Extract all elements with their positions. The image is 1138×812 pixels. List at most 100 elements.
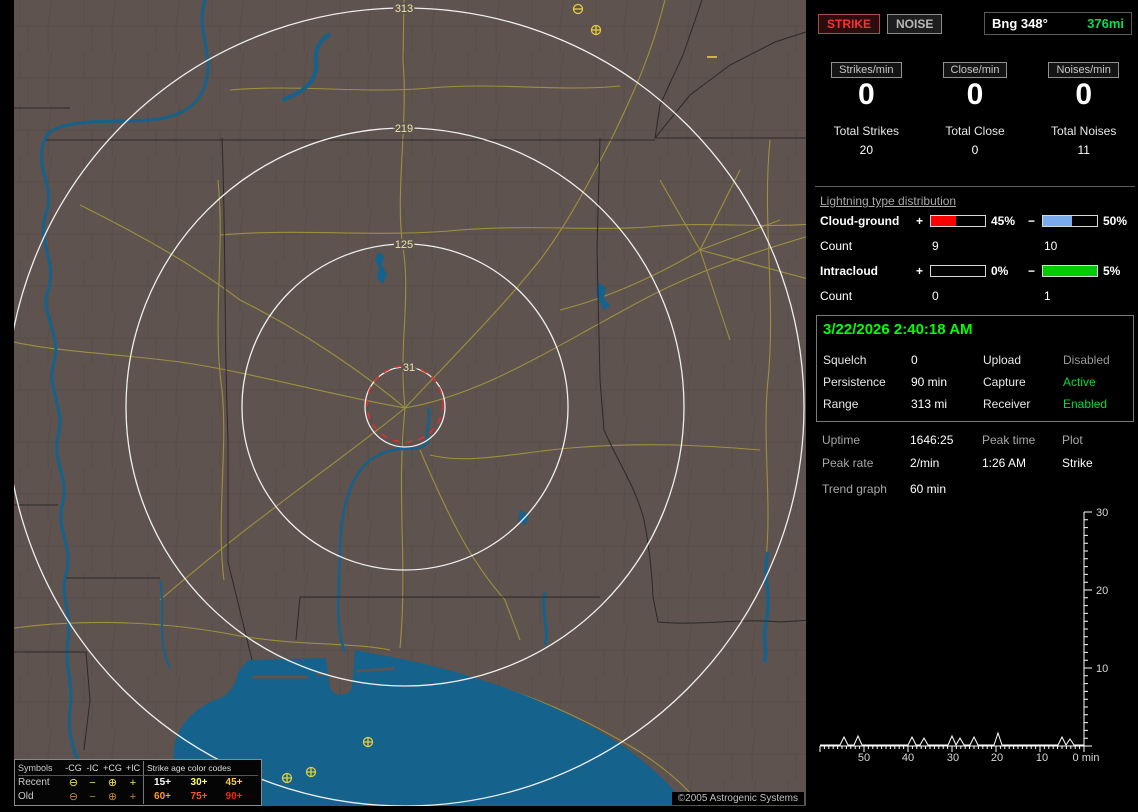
minus-sign: − [1028,213,1036,228]
strikes-per-min-label: Strikes/min [831,62,902,78]
age-45: 45+ [225,777,243,788]
intracloud-row: Intracloud + 0% − 5% [820,258,1130,283]
total-noises: Total Noises 11 [1029,124,1138,157]
ring-label-31: 31 [403,362,415,374]
cloud-ground-count-row: Count 9 10 [820,233,1130,258]
capture-status: Active [1063,375,1096,389]
range-label: Range [823,397,859,411]
trend-axes [820,512,1085,747]
legend-col-pos-cg: +CG [103,763,122,773]
trend-y-ticks [1084,511,1092,747]
total-close-label: Total Close [945,124,1005,138]
nexstorm-window: 313 219 125 31 Symbols -CG -IC +CG +IC S… [0,0,1138,812]
positive-cg-strike-icon [362,736,374,748]
map-canvas: 313 219 125 31 [14,0,806,806]
noise-toggle-button[interactable]: NOISE [887,13,943,34]
ic-minus-count: 1 [1044,288,1051,303]
ic-minus-percent: 5% [1103,263,1121,278]
receiver-status: Enabled [1063,397,1108,411]
status-panel: STRIKE NOISE Bng 348° 376mi Strikes/min … [812,0,1138,812]
persistence-value: 90 min [911,375,948,389]
ring-label-313: 313 [395,3,413,15]
current-timestamp: 3/22/2026 2:40:18 AM [823,321,973,338]
map-legend: Symbols -CG -IC +CG +IC Strike age color… [14,759,262,806]
trend-graph-label: Trend graph [822,482,887,496]
minus-sign: − [1028,263,1036,278]
cg-minus-gauge [1042,214,1098,227]
copyright-text: ©2005 Astrogenic Systems [671,792,804,805]
total-noises-label: Total Noises [1050,124,1117,138]
lightning-map: 313 219 125 31 Symbols -CG -IC +CG +IC S… [14,0,806,806]
trend-ytick-20: 20 [1096,585,1108,597]
age-15: 15+ [143,776,181,790]
upload-status: Disabled [1063,353,1110,367]
total-strikes-value: 20 [859,143,874,157]
distance-value: 376mi [1087,16,1124,31]
uptime-label: Uptime [822,433,861,447]
positive-cg-strike-icon [590,24,602,36]
peak-time-label: Peak time [982,433,1036,447]
mode-toolbar: STRIKE NOISE Bng 348° 376mi [818,12,1132,35]
cg-plus-count: 9 [932,238,939,253]
neg-ic-recent-icon: − [89,777,96,789]
lightning-distribution: Lightning type distribution Cloud-ground… [820,194,1130,308]
cg-plus-percent: 45% [991,213,1016,228]
trend-trace [820,731,1084,747]
cg-plus-gauge [930,214,986,227]
strike-toggle-button[interactable]: STRIKE [818,13,881,34]
distribution-title: Lightning type distribution [820,194,957,208]
cg-count-label: Count [820,238,853,253]
legend-old-label: Old [18,791,34,802]
legend-col-neg-ic: -IC [86,763,99,773]
total-strikes: Total Strikes 20 [812,124,921,157]
system-status-box: 3/22/2026 2:40:18 AM Squelch 0 Upload Di… [816,315,1134,422]
total-counters: Total Strikes 20 Total Close 0 Total Noi… [812,124,1138,157]
legend-symbols-header: Symbols [18,763,53,773]
intracloud-label: Intracloud [820,263,879,278]
pos-ic-recent-icon: + [129,777,137,789]
bearing-value: Bng 348° [992,16,1048,31]
plot-label: Plot [1062,433,1083,447]
plus-sign: + [916,213,924,228]
cloud-ground-row: Cloud-ground + 45% − 50% [820,208,1130,233]
age-60: 60+ [143,790,181,804]
trend-xtick-20: 20 [991,752,1003,764]
ic-plus-gauge [930,264,986,277]
capture-label: Capture [983,375,1026,389]
plot-value: Strike [1062,456,1093,470]
noises-per-min-label: Noises/min [1048,62,1119,78]
rate-counters: Strikes/min 0 Close/min 0 Noises/min 0 [812,60,1138,111]
ring-label-125: 125 [395,239,413,251]
section-divider [815,186,1135,187]
positive-cg-strike-icon [281,772,293,784]
noises-per-min-value: 0 [1075,78,1093,111]
bearing-display: Bng 348° 376mi [984,12,1132,35]
close-per-min: Close/min 0 [921,60,1030,111]
trend-xtick-30: 30 [947,752,959,764]
close-per-min-value: 0 [966,78,984,111]
age-90: 90+ [225,791,243,802]
pos-ic-old-icon: + [129,791,137,803]
upload-label: Upload [983,353,1022,367]
age-30: 30+ [190,777,208,788]
strikes-per-min: Strikes/min 0 [812,60,921,111]
ic-minus-gauge [1042,264,1098,277]
cg-minus-count: 10 [1044,238,1058,253]
ic-plus-percent: 0% [991,263,1009,278]
uptime-value: 1646:25 [910,433,954,447]
cg-minus-percent: 50% [1103,213,1128,228]
neg-cg-old-icon: ⊖ [68,791,79,803]
legend-col-pos-ic: +IC [125,763,141,773]
trend-xtick-0: 0 min [1073,752,1100,764]
ic-plus-count: 0 [932,288,939,303]
strikes-per-min-value: 0 [857,78,875,111]
uptime-stats: Uptime 1646:25 Peak time Plot Peak rate … [822,433,1134,496]
neg-cg-recent-icon: ⊖ [68,777,79,789]
persistence-label: Persistence [823,375,886,389]
total-noises-value: 11 [1077,143,1090,157]
pos-cg-recent-icon: ⊕ [107,777,118,789]
legend-age-header: Strike age color codes [143,761,251,775]
peak-time-value: 1:26 AM [982,456,1027,470]
settings-grid: Squelch 0 Upload Disabled Persistence 90… [823,353,1127,411]
pos-cg-old-icon: ⊕ [107,791,118,803]
